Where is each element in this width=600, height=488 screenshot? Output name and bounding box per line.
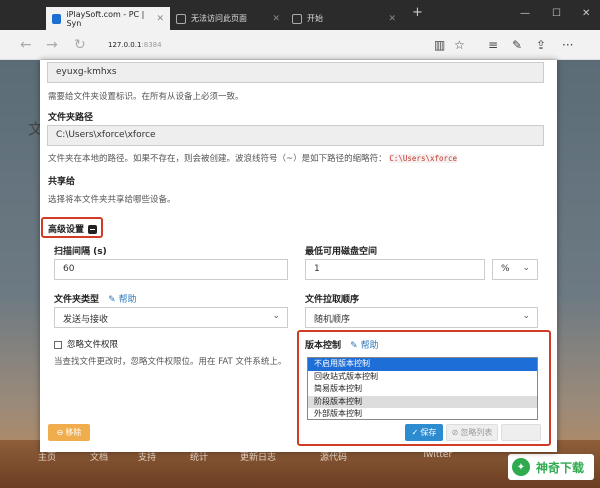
- url-port: :8384: [141, 41, 162, 49]
- folder-type-label: 文件夹类型 ✎ 帮助: [54, 292, 137, 305]
- remove-button-label: 移除: [65, 428, 82, 437]
- min-disk-unit-value: %: [501, 264, 510, 274]
- advanced-settings-label: 高级设置: [48, 225, 85, 235]
- pull-order-value: 随机顺序: [314, 315, 351, 325]
- share-icon[interactable]: ⇪: [536, 38, 546, 52]
- remove-button[interactable]: ⊖ 移除: [48, 424, 90, 441]
- browser-tab-bar: iPlaySoft.com - PC | Syn ✕ 无法访问此页面 ✕ 开始 …: [0, 0, 600, 30]
- folder-path-code: C:\Users\xforce: [389, 154, 458, 163]
- favorite-star-icon[interactable]: ☆: [454, 38, 465, 52]
- page-icon: [292, 13, 302, 24]
- help-link-text: 帮助: [360, 341, 379, 351]
- reading-view-icon[interactable]: ▥: [434, 38, 445, 52]
- close-dialog-button[interactable]: [501, 424, 541, 441]
- tab-title: iPlaySoft.com - PC | Syn: [66, 9, 145, 28]
- minimize-icon[interactable]: —: [520, 8, 530, 19]
- folder-path-help-text: 文件夹在本地的路径。如果不存在，则会被创建。波浪线符号（~）是如下路径的缩略符：: [48, 154, 387, 164]
- brand-text: 神奇下载: [536, 460, 585, 475]
- close-icon[interactable]: ✕: [272, 14, 280, 24]
- versioning-label-text: 版本控制: [305, 341, 342, 351]
- window-close-icon[interactable]: ✕: [582, 8, 590, 19]
- pull-order-label: 文件拉取顺序: [305, 295, 360, 305]
- tab-title: 开始: [307, 14, 323, 23]
- folder-type-select[interactable]: 发送与接收 ⌄: [54, 307, 288, 328]
- tab-start[interactable]: 开始 ✕: [286, 7, 402, 30]
- hub-icon[interactable]: ≡: [488, 38, 498, 52]
- address-bar: ← → ↻ 127.0.0.1:8384 ▥ ☆ ≡ ✎ ⇪ ···: [0, 30, 600, 60]
- ignore-list-button[interactable]: ⊘ 忽略列表: [446, 424, 498, 441]
- ignore-permissions-label: 忽略文件权限: [67, 340, 119, 350]
- scan-interval-label: 扫描间隔 (s): [54, 247, 107, 257]
- min-disk-unit-select[interactable]: % ⌄: [492, 259, 538, 280]
- more-icon[interactable]: ···: [562, 38, 573, 52]
- pull-order-select[interactable]: 随机顺序 ⌄: [305, 307, 538, 328]
- url-field[interactable]: 127.0.0.1:8384: [108, 41, 162, 49]
- frog-logo-icon: ✦: [512, 458, 530, 476]
- save-button-label: 保存: [420, 428, 437, 437]
- tab-syncthing[interactable]: iPlaySoft.com - PC | Syn ✕: [46, 7, 170, 30]
- versioning-option[interactable]: 简易版本控制: [308, 383, 537, 396]
- min-disk-space-field[interactable]: 1: [305, 259, 485, 280]
- help-link-text: 帮助: [118, 295, 137, 305]
- versioning-option[interactable]: 阶段版本控制: [308, 395, 537, 408]
- close-icon[interactable]: ✕: [156, 14, 164, 24]
- close-icon[interactable]: ✕: [388, 14, 396, 24]
- collapse-icon[interactable]: [88, 225, 98, 234]
- tab-title: 无法访问此页面: [191, 14, 247, 23]
- folder-id-field[interactable]: eyuxg-kmhxs: [47, 62, 544, 83]
- maximize-icon[interactable]: ☐: [552, 8, 561, 19]
- watermark-logo: ✦ 神奇下载: [508, 454, 594, 480]
- folder-id-help: 需要给文件夹设置标识。在所有从设备上必须一致。: [48, 92, 244, 102]
- save-button[interactable]: ✓ 保存: [405, 424, 443, 441]
- advanced-settings-toggle[interactable]: 高级设置: [48, 222, 98, 235]
- min-disk-space-label: 最低可用磁盘空间: [305, 247, 378, 257]
- share-help: 选择将本文件夹共享给哪些设备。: [48, 195, 176, 205]
- versioning-label: 版本控制 ✎ 帮助: [305, 338, 379, 351]
- refresh-icon[interactable]: ↻: [74, 37, 86, 53]
- syncthing-favicon-icon: [52, 13, 62, 24]
- folder-type-label-text: 文件夹类型: [54, 295, 100, 305]
- forward-icon[interactable]: →: [46, 37, 58, 53]
- folder-path-help: 文件夹在本地的路径。如果不存在，则会被创建。波浪线符号（~）是如下路径的缩略符：…: [48, 152, 458, 164]
- versioning-dropdown[interactable]: 不启用版本控制 回收站式版本控制 简易版本控制 阶段版本控制 外部版本控制: [307, 357, 538, 420]
- versioning-help-link[interactable]: ✎ 帮助: [350, 341, 378, 351]
- ignore-list-button-label: 忽略列表: [460, 428, 493, 437]
- url-host: 127.0.0.1: [108, 41, 142, 49]
- versioning-option[interactable]: 回收站式版本控制: [308, 371, 537, 384]
- ignore-permissions-option[interactable]: 忽略文件权限: [54, 338, 118, 350]
- scan-interval-field[interactable]: 60: [54, 259, 288, 280]
- folder-type-help-link[interactable]: ✎ 帮助: [108, 295, 136, 305]
- new-tab-icon[interactable]: +: [412, 5, 423, 20]
- back-icon[interactable]: ←: [20, 37, 32, 53]
- share-label: 共享给: [48, 177, 76, 187]
- versioning-option[interactable]: 不启用版本控制: [308, 358, 537, 371]
- versioning-option[interactable]: 外部版本控制: [308, 408, 537, 421]
- folder-path-label: 文件夹路径: [48, 113, 94, 123]
- page-icon: [176, 13, 186, 24]
- chevron-down-icon: ⌄: [522, 263, 530, 273]
- folder-type-value: 发送与接收: [63, 315, 109, 325]
- chevron-down-icon: ⌄: [522, 311, 530, 321]
- web-note-icon[interactable]: ✎: [512, 38, 522, 52]
- tab-error[interactable]: 无法访问此页面 ✕: [170, 7, 286, 30]
- folder-path-field[interactable]: C:\Users\xforce\xforce: [47, 125, 544, 146]
- ignore-permissions-checkbox[interactable]: [54, 340, 62, 349]
- ignore-permissions-help: 当查找文件更改时，忽略文件权限位。用在 FAT 文件系统上。: [54, 357, 287, 367]
- chevron-down-icon: ⌄: [272, 311, 280, 321]
